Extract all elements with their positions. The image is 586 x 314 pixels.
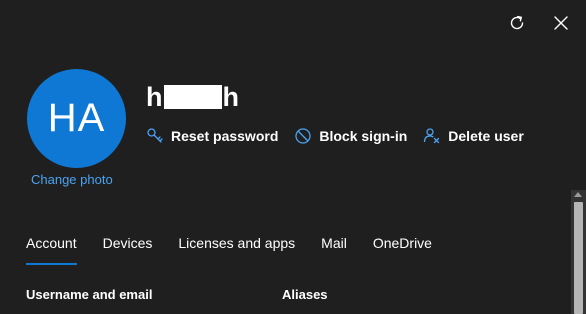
user-name-end: h <box>222 81 240 112</box>
tab-devices[interactable]: Devices <box>93 234 163 266</box>
user-name-start: h <box>146 81 163 112</box>
reset-password-button[interactable]: Reset password <box>146 127 278 145</box>
user-actions-bar: Reset password Block sign-in Delete user <box>146 127 524 145</box>
refresh-icon[interactable] <box>506 12 528 34</box>
aliases-heading: Aliases <box>282 287 328 302</box>
block-icon <box>294 127 312 145</box>
scroll-up-arrow-icon[interactable] <box>574 192 582 197</box>
close-icon[interactable] <box>550 12 572 34</box>
user-details-panel: HA Change photo h h Reset password Block… <box>0 0 586 314</box>
delete-user-button[interactable]: Delete user <box>423 127 524 145</box>
reset-password-label: Reset password <box>171 128 279 144</box>
tab-mail[interactable]: Mail <box>311 234 357 266</box>
redaction-box <box>163 85 222 109</box>
vertical-scrollbar[interactable] <box>571 190 586 314</box>
delete-user-icon <box>423 127 441 145</box>
avatar: HA <box>27 69 126 168</box>
user-display-name: h h <box>146 80 239 114</box>
username-and-email-heading: Username and email <box>26 287 153 302</box>
user-tabs: Account Devices Licenses and apps Mail O… <box>16 234 448 266</box>
tab-account[interactable]: Account <box>16 234 87 266</box>
block-sign-in-button[interactable]: Block sign-in <box>294 127 407 145</box>
block-sign-in-label: Block sign-in <box>319 128 408 144</box>
avatar-initials: HA <box>47 96 106 140</box>
tab-licenses-and-apps[interactable]: Licenses and apps <box>168 234 305 266</box>
panel-header-controls <box>506 12 572 34</box>
scroll-thumb[interactable] <box>574 202 583 314</box>
delete-user-label: Delete user <box>448 128 524 144</box>
tab-onedrive[interactable]: OneDrive <box>363 234 442 266</box>
key-icon <box>146 127 164 145</box>
change-photo-link[interactable]: Change photo <box>31 172 113 187</box>
